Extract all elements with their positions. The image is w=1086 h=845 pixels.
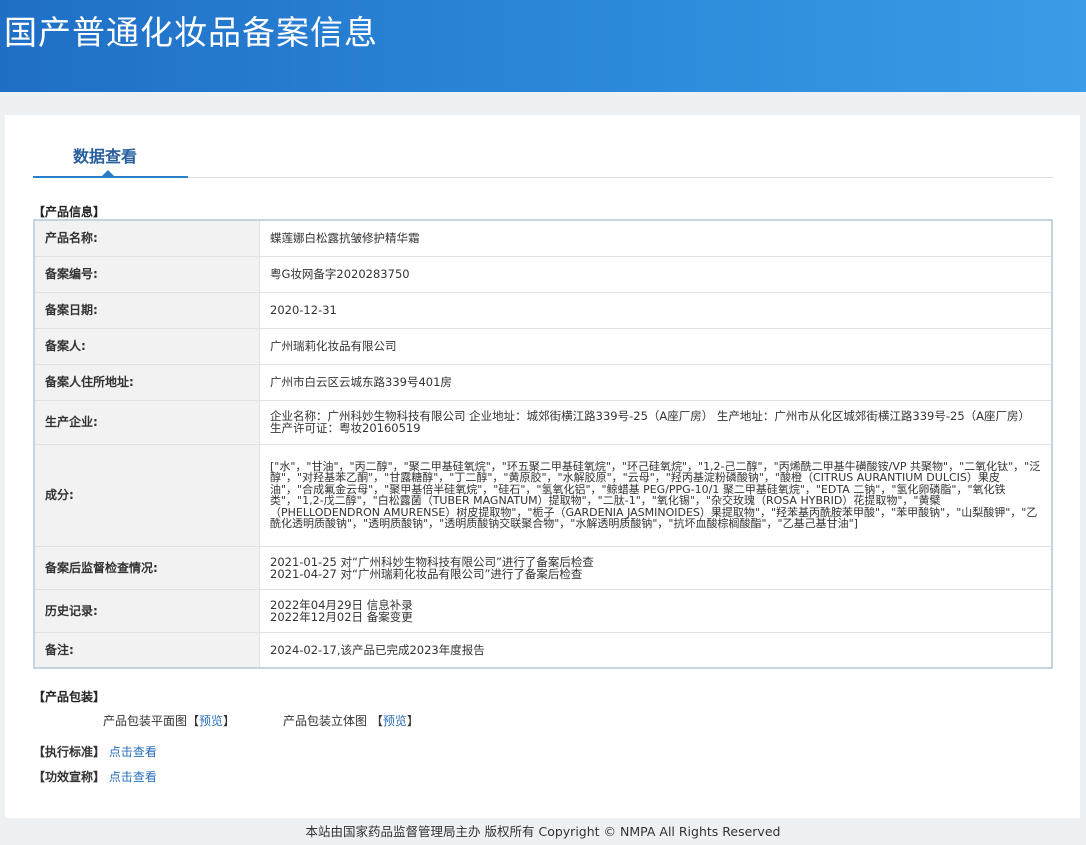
table-row: 备案后监督检查情况: 2021-01-25 对“广州科妙生物科技有限公司”进行了备… xyxy=(33,545,1053,590)
ingredients: ["水"，"甘油"，"丙二醇"，"聚二甲基硅氧烷"，"环五聚二甲基硅氧烷"，"环… xyxy=(259,443,1053,547)
row-label: 备案后监督检查情况: xyxy=(33,545,260,590)
packaging-flat-label: 产品包装平面图 xyxy=(103,714,188,728)
registration-number: 粤G妆网备字2020283750 xyxy=(259,255,1053,293)
table-row: 备注: 2024-02-17,该产品已完成2023年度报告 xyxy=(33,631,1053,669)
registration-date: 2020-12-31 xyxy=(259,291,1053,329)
history: 2022年04月29日 信息补录 2022年12月02日 备案变更 xyxy=(259,588,1053,633)
page-title: 国产普通化妆品备案信息 xyxy=(4,13,378,52)
standard-line: 【执行标准】 点击查看 xyxy=(33,743,157,760)
bracket: 【 xyxy=(370,714,383,728)
row-label: 生产企业: xyxy=(33,399,260,445)
standard-link[interactable]: 点击查看 xyxy=(109,745,157,759)
row-label: 备案编号: xyxy=(33,255,260,293)
preview-solid-link[interactable]: 预览 xyxy=(383,714,407,728)
table-row: 备案人: 广州瑞莉化妆品有限公司 xyxy=(33,327,1053,365)
inspection-entry: 2021-04-27 对“广州瑞莉化妆品有限公司”进行了备案后检查 xyxy=(270,566,583,581)
bracket: 【 xyxy=(187,714,200,728)
table-row: 历史记录: 2022年04月29日 信息补录 2022年12月02日 备案变更 xyxy=(33,588,1053,633)
table-row: 备案编号: 粤G妆网备字2020283750 xyxy=(33,255,1053,293)
claims-line: 【功效宣称】 点击查看 xyxy=(33,768,157,785)
inspection-entry: 2021-01-25 对“广州科妙生物科技有限公司”进行了备案后检查 xyxy=(270,554,594,569)
claims-label: 【功效宣称】 xyxy=(33,770,106,784)
packaging-heading: 【产品包装】 xyxy=(33,690,106,704)
bracket: 】 xyxy=(406,714,419,728)
row-label: 备案人: xyxy=(33,327,260,365)
row-label: 备案人住所地址: xyxy=(33,363,260,401)
table-row: 生产企业: 企业名称：广州科妙生物科技有限公司 企业地址：城郊街横江路339号-2… xyxy=(33,399,1053,445)
row-label: 备案日期: xyxy=(33,291,260,329)
table-row: 成分: ["水"，"甘油"，"丙二醇"，"聚二甲基硅氧烷"，"环五聚二甲基硅氧烷"… xyxy=(33,443,1053,547)
tab-data-view[interactable]: 数据查看 xyxy=(73,143,137,167)
bracket: 】 xyxy=(223,714,236,728)
tab-pointer-icon xyxy=(102,170,114,176)
content-card: 数据查看 【产品信息】 产品名称: 蝶莲娜白松露抗皱修护精华霜 备案编号: 粤G妆网… xyxy=(5,115,1080,818)
product-info-table: 产品名称: 蝶莲娜白松露抗皱修护精华霜 备案编号: 粤G妆网备字2020283750… xyxy=(33,219,1053,669)
row-label: 历史记录: xyxy=(33,588,260,633)
claims-link[interactable]: 点击查看 xyxy=(109,770,157,784)
header-banner: 国产普通化妆品备案信息 xyxy=(0,0,1086,92)
footer: 本站由国家药品监督管理局主办 版权所有 Copyright © NMPA All… xyxy=(305,824,781,839)
registrant: 广州瑞莉化妆品有限公司 xyxy=(259,327,1053,365)
product-info-heading: 【产品信息】 xyxy=(33,205,106,219)
table-row: 备案人住所地址: 广州市白云区云城东路339号401房 xyxy=(33,363,1053,401)
tab-active-indicator xyxy=(33,176,188,178)
table-row: 产品名称: 蝶莲娜白松露抗皱修护精华霜 xyxy=(33,219,1053,257)
product-name: 蝶莲娜白松露抗皱修护精华霜 xyxy=(259,219,1053,257)
row-label: 备注: xyxy=(33,631,260,669)
history-entry: 2022年12月02日 备案变更 xyxy=(270,609,413,624)
packaging-solid-label: 产品包装立体图 xyxy=(283,714,368,728)
row-label: 产品名称: xyxy=(33,219,260,257)
remarks: 2024-02-17,该产品已完成2023年度报告 xyxy=(259,631,1053,669)
packaging-solid: 产品包装立体图 【预览】 xyxy=(283,712,419,729)
table-row: 备案日期: 2020-12-31 xyxy=(33,291,1053,329)
preview-flat-link[interactable]: 预览 xyxy=(199,714,223,728)
standard-label: 【执行标准】 xyxy=(33,745,106,759)
history-entry: 2022年04月29日 信息补录 xyxy=(270,597,413,612)
registrant-address: 广州市白云区云城东路339号401房 xyxy=(259,363,1053,401)
packaging-flat: 产品包装平面图【预览】 xyxy=(103,712,235,729)
inspections: 2021-01-25 对“广州科妙生物科技有限公司”进行了备案后检查 2021-0… xyxy=(259,545,1053,590)
manufacturer: 企业名称：广州科妙生物科技有限公司 企业地址：城郊街横江路339号-25（A座厂… xyxy=(259,399,1053,445)
row-label: 成分: xyxy=(33,443,260,547)
